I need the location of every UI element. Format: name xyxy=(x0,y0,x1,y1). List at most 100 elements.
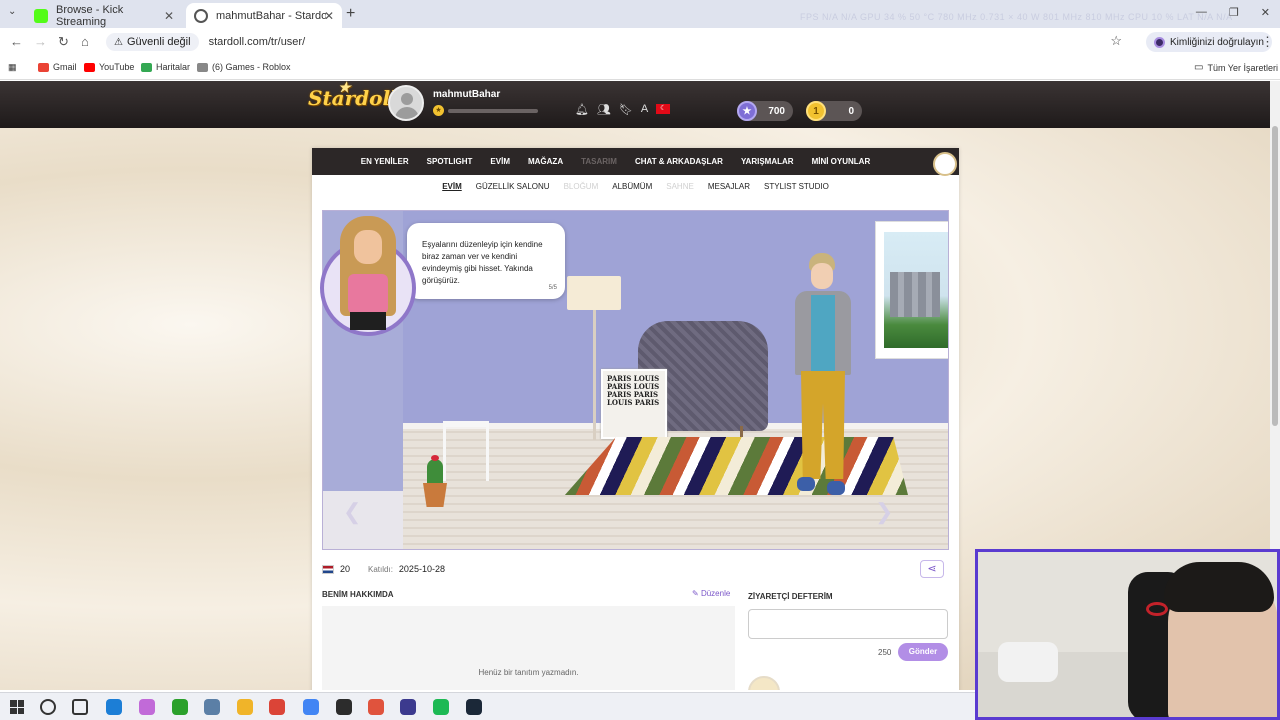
side-table[interactable] xyxy=(443,421,489,481)
send-button[interactable]: Gönder xyxy=(898,643,948,661)
font-icon[interactable]: A xyxy=(641,103,648,116)
bookmark-label: YouTube xyxy=(99,62,135,72)
profile-verify-button[interactable]: Kimliğinizi doğrulayın xyxy=(1146,32,1272,52)
obs-icon[interactable] xyxy=(400,699,416,715)
prev-arrow-icon[interactable]: ❮ xyxy=(343,499,361,525)
forward-icon[interactable]: → xyxy=(34,34,47,49)
scrollbar-thumb[interactable] xyxy=(1272,126,1278,426)
cactus-flower xyxy=(431,455,439,461)
room-scene[interactable]: PARIS LOUIS PARIS LOUIS PARIS PARIS LOUI… xyxy=(322,210,949,550)
bookmark-roblox[interactable]: (6) Games - Roblox xyxy=(197,62,291,72)
paris-poster[interactable]: PARIS LOUIS PARIS LOUIS PARIS PARIS LOUI… xyxy=(601,369,667,439)
steam-icon[interactable] xyxy=(466,699,482,715)
tab-close-icon[interactable]: ✕ xyxy=(324,9,334,23)
minimize-icon[interactable]: — xyxy=(1196,6,1207,19)
apps-grid-icon[interactable]: ▦ xyxy=(8,62,17,73)
app-dark-icon[interactable] xyxy=(336,699,352,715)
subnav-stage[interactable]: SAHNE xyxy=(666,182,694,191)
bookmark-maps[interactable]: Haritalar xyxy=(141,62,190,72)
subnav-stylist-studio[interactable]: STYLIST STUDIO xyxy=(764,182,829,191)
subnav-beauty-parlor[interactable]: GÜZELLİK SALONU xyxy=(476,182,550,191)
kick-icon[interactable] xyxy=(172,699,188,715)
floor-lamp[interactable] xyxy=(567,276,621,310)
roblox-icon xyxy=(197,62,208,72)
subnav-messages[interactable]: MESAJLAR xyxy=(708,182,750,191)
back-icon[interactable]: ← xyxy=(10,34,23,49)
edit-about-link[interactable]: ✎ Düzenle xyxy=(692,589,730,598)
stardollars-counter[interactable]: ★ 700 xyxy=(737,101,793,121)
close-window-icon[interactable]: ✕ xyxy=(1261,6,1270,19)
search-icon[interactable] xyxy=(40,699,56,715)
nav-chat-friends[interactable]: CHAT & ARKADAŞLAR xyxy=(635,157,723,166)
stardoll-logo[interactable]: ★ Stardoll xyxy=(308,81,398,110)
windows-start-icon[interactable] xyxy=(10,700,24,714)
tab-kick[interactable]: Browse - Kick Streaming ✕ xyxy=(26,3,182,28)
chrome-icon[interactable] xyxy=(269,699,285,715)
copilot-icon[interactable] xyxy=(139,699,155,715)
bookmark-label: Haritalar xyxy=(156,62,191,72)
edge-icon[interactable] xyxy=(106,699,122,715)
crown-icon[interactable]: ♛ xyxy=(933,152,957,176)
subnav-album[interactable]: ALBÜMÜM xyxy=(612,182,652,191)
stardollar-icon: ★ xyxy=(737,101,757,121)
reload-icon[interactable]: ↻ xyxy=(58,34,69,50)
nav-mini-games[interactable]: MİNİ OYUNLAR xyxy=(812,157,871,166)
task-view-icon[interactable] xyxy=(72,699,88,715)
doll-shoe xyxy=(827,481,845,495)
app-red-icon[interactable] xyxy=(368,699,384,715)
room-window[interactable] xyxy=(875,221,948,359)
tab-stardoll[interactable]: mahmutBahar - Stardoll | Türkçe ✕ xyxy=(186,3,342,28)
browser-menu-icon[interactable]: ⋮ xyxy=(1261,34,1274,50)
bookmark-icon[interactable]: 🔖︎ xyxy=(619,103,633,116)
security-chip[interactable]: ⚠ Güvenli değil xyxy=(106,33,199,51)
share-button[interactable]: ⋖ xyxy=(920,560,944,578)
tab-close-icon[interactable]: ✕ xyxy=(164,9,174,23)
tutorial-page-count: 5/5 xyxy=(548,285,557,291)
restore-icon[interactable]: ❐ xyxy=(1229,6,1239,19)
guestbook-avatar[interactable] xyxy=(748,676,780,690)
coins-counter[interactable]: 1 0 xyxy=(806,101,862,121)
performance-overlay: FPS N/A N/A GPU 34 % 50 °C 780 MHz 0.731… xyxy=(800,12,1233,22)
nav-my-home[interactable]: EVİM xyxy=(490,157,510,166)
main-nav: EN YENİLER SPOTLIGHT EVİM MAĞAZA TASARIM… xyxy=(312,148,959,176)
new-tab-icon[interactable]: + xyxy=(346,5,355,23)
left-floor xyxy=(323,491,403,549)
edit-label: Düzenle xyxy=(700,589,731,598)
all-bookmarks[interactable]: ▭ Tüm Yer İşaretleri xyxy=(1194,62,1278,73)
bookmark-youtube[interactable]: YouTube xyxy=(84,62,134,72)
webcam-clothes xyxy=(998,642,1058,682)
user-doll[interactable] xyxy=(785,253,865,543)
spotify-icon[interactable] xyxy=(433,699,449,715)
turkey-flag-icon[interactable]: ☾ xyxy=(656,104,671,114)
tutorial-bubble[interactable]: Eşyalarını düzenleyip için kendine biraz… xyxy=(407,223,565,299)
friends-icon[interactable]: 👥︎ xyxy=(597,103,611,116)
username[interactable]: mahmutBahar xyxy=(433,89,500,100)
youtube-icon xyxy=(84,62,95,72)
nav-contests[interactable]: YARIŞMALAR xyxy=(741,157,794,166)
nav-whats-new[interactable]: EN YENİLER xyxy=(361,157,409,166)
guestbook-textarea[interactable] xyxy=(748,609,948,639)
user-avatar[interactable] xyxy=(388,85,424,121)
omnibox[interactable]: ⚠ Güvenli değil stardoll.com/tr/user/ ☆ xyxy=(104,30,1134,54)
nav-spotlight[interactable]: SPOTLIGHT xyxy=(427,157,473,166)
cactus-plant[interactable] xyxy=(427,459,443,485)
subnav-blog[interactable]: BLOĞUM xyxy=(564,182,599,191)
plant-pot xyxy=(423,483,447,507)
home-icon[interactable]: ⌂ xyxy=(81,34,89,49)
explorer-icon[interactable] xyxy=(237,699,253,715)
desktop-icon[interactable] xyxy=(204,699,220,715)
xp-progress-bar xyxy=(448,109,538,113)
bell-icon[interactable]: 🔔︎ xyxy=(575,103,589,116)
subnav-my-home[interactable]: EVİM xyxy=(442,182,462,191)
tutorial-text: Eşyalarını düzenleyip için kendine biraz… xyxy=(422,240,543,285)
tab-search-icon[interactable]: ⌄ xyxy=(8,6,16,17)
chrome-profile-icon[interactable] xyxy=(303,699,319,715)
avatar-body xyxy=(395,107,419,119)
nav-design[interactable]: TASARIM xyxy=(581,157,617,166)
bookmark-gmail[interactable]: Gmail xyxy=(38,62,77,72)
guide-face xyxy=(354,230,382,264)
nav-store[interactable]: MAĞAZA xyxy=(528,157,563,166)
doll-pants xyxy=(801,371,845,479)
next-arrow-icon[interactable]: ❯ xyxy=(875,499,893,525)
bookmark-star-icon[interactable]: ☆ xyxy=(1110,33,1122,49)
